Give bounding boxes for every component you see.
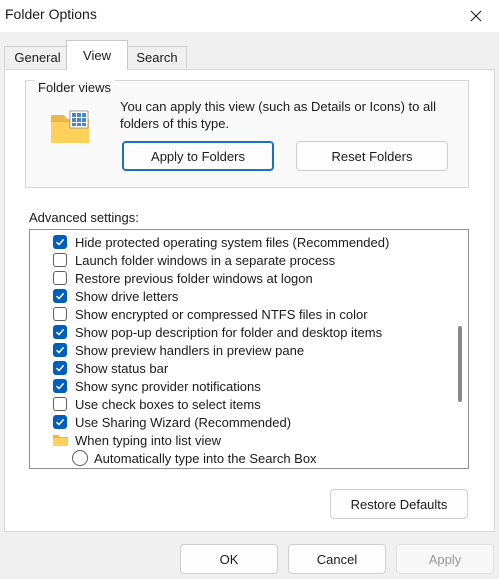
tab-search[interactable]: Search — [127, 46, 187, 68]
checkmark-icon — [55, 382, 65, 390]
advanced-settings-label: Advanced settings: — [29, 210, 139, 225]
checkmark-icon — [55, 364, 65, 372]
list-item-label: Restore previous folder windows at logon — [75, 270, 313, 286]
list-item[interactable]: Show sync provider notifications — [30, 377, 450, 395]
list-item[interactable]: Show encrypted or compressed NTFS files … — [30, 305, 450, 323]
list-item-label: Show drive letters — [75, 288, 179, 304]
apply-button[interactable]: Apply — [396, 544, 494, 574]
list-item[interactable]: Use Sharing Wizard (Recommended) — [30, 413, 450, 431]
checkbox[interactable] — [53, 235, 67, 249]
apply-to-folders-button[interactable]: Apply to Folders — [122, 141, 274, 171]
list-item-label: Show encrypted or compressed NTFS files … — [75, 306, 368, 322]
checkmark-icon — [55, 346, 65, 354]
checkbox[interactable] — [53, 289, 67, 303]
ok-button[interactable]: OK — [180, 544, 278, 574]
list-item-label: Use check boxes to select items — [75, 396, 261, 412]
close-button[interactable] — [453, 0, 499, 32]
dialog-footer: OK Cancel Apply — [0, 532, 499, 579]
folder-views-legend: Folder views — [34, 80, 115, 95]
folder-icon — [53, 435, 68, 446]
checkbox[interactable] — [53, 361, 67, 375]
folder-view-icon — [51, 110, 89, 143]
reset-folders-button[interactable]: Reset Folders — [296, 141, 448, 171]
list-item-label: Hide protected operating system files (R… — [75, 234, 390, 250]
tab-general[interactable]: General — [4, 46, 71, 68]
checkbox[interactable] — [53, 379, 67, 393]
list-item-label: Launch folder windows in a separate proc… — [75, 252, 336, 268]
scrollbar-thumb[interactable] — [458, 326, 462, 402]
list-item[interactable]: Launch folder windows in a separate proc… — [30, 251, 450, 269]
folder-views-description: You can apply this view (such as Details… — [120, 99, 437, 131]
restore-defaults-button[interactable]: Restore Defaults — [330, 489, 468, 519]
checkbox[interactable] — [53, 271, 67, 285]
list-item-label: Automatically type into the Search Box — [94, 450, 317, 466]
list-item-label: Show pop-up description for folder and d… — [75, 324, 383, 340]
close-icon — [470, 10, 482, 22]
list-item-label: Use Sharing Wizard (Recommended) — [75, 414, 292, 430]
list-item-label: Show preview handlers in preview pane — [75, 342, 305, 358]
cancel-button[interactable]: Cancel — [288, 544, 386, 574]
checkbox[interactable] — [53, 307, 67, 321]
tab-view[interactable]: View — [66, 40, 128, 70]
checkmark-icon — [55, 418, 65, 426]
advanced-settings-list[interactable]: Hide protected operating system files (R… — [29, 229, 469, 469]
list-item[interactable]: Use check boxes to select items — [30, 395, 450, 413]
checkbox[interactable] — [53, 415, 67, 429]
list-item-label: Show status bar — [75, 360, 169, 376]
list-item[interactable]: Show status bar — [30, 359, 450, 377]
title-bar: Folder Options — [0, 0, 499, 32]
list-item[interactable]: Show pop-up description for folder and d… — [30, 323, 450, 341]
checkbox[interactable] — [53, 325, 67, 339]
checkmark-icon — [55, 292, 65, 300]
folder-views-group — [25, 80, 469, 188]
list-item[interactable]: Automatically type into the Search Box — [30, 449, 450, 467]
radio-button[interactable] — [72, 450, 88, 466]
list-item[interactable]: Restore previous folder windows at logon — [30, 269, 450, 287]
scrollbar[interactable] — [452, 230, 468, 468]
list-item[interactable]: Show preview handlers in preview pane — [30, 341, 450, 359]
list-item[interactable]: Hide protected operating system files (R… — [30, 233, 450, 251]
list-item: When typing into list view — [30, 431, 450, 449]
checkmark-icon — [55, 238, 65, 246]
checkbox[interactable] — [53, 343, 67, 357]
list-item-label: When typing into list view — [75, 432, 221, 448]
list-item-label: Show sync provider notifications — [75, 378, 261, 394]
checkmark-icon — [55, 328, 65, 336]
checkbox[interactable] — [53, 253, 67, 267]
checkbox[interactable] — [53, 397, 67, 411]
folder-options-dialog: Folder Options General View Search Folde… — [0, 0, 499, 579]
window-title: Folder Options — [5, 6, 97, 22]
list-item[interactable]: Show drive letters — [30, 287, 450, 305]
